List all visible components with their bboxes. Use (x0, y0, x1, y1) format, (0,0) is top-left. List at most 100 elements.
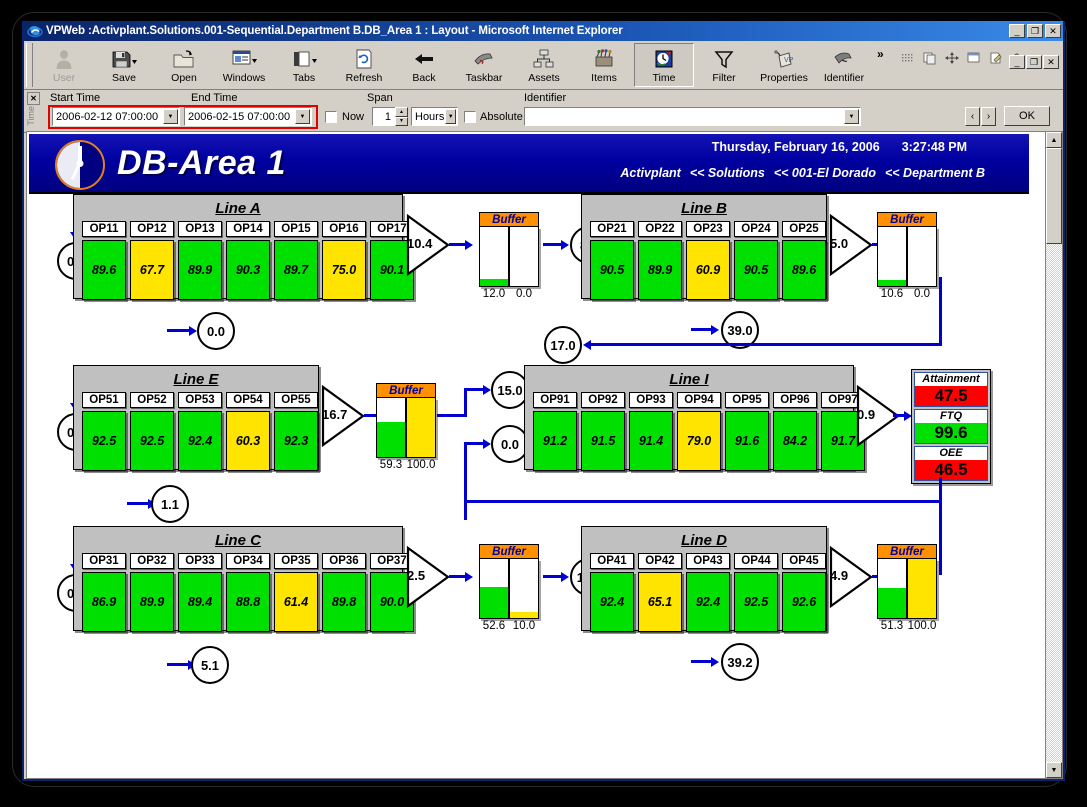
toolbar-button-tabs[interactable]: Tabs (274, 43, 334, 87)
op-OP36[interactable]: OP36 89.8 (322, 553, 366, 632)
breadcrumb-item-solutions[interactable]: << Solutions (690, 166, 765, 180)
span-stepper[interactable]: ▲ ▼ (395, 107, 408, 126)
scroll-thumb[interactable] (1046, 148, 1062, 244)
op-OP41[interactable]: OP41 92.4 (590, 553, 634, 632)
toolbar-button-save[interactable]: Save (94, 43, 154, 87)
op-OP52[interactable]: OP52 92.5 (130, 392, 174, 471)
time-panel-close-icon[interactable]: ✕ (27, 92, 40, 105)
op-OP93[interactable]: OP93 91.4 (629, 392, 673, 471)
doc-restore-button[interactable]: ❐ (1026, 55, 1042, 69)
op-OP16[interactable]: OP16 75.0 (322, 221, 366, 300)
metric-attainment[interactable]: Attainment 47.5 (914, 372, 988, 407)
op-OP91[interactable]: OP91 91.2 (533, 392, 577, 471)
line-box-line-e[interactable]: Line E OP51 92.5 OP52 92.5 OP53 92.4 OP54 60… (73, 365, 319, 471)
buffer-b-out[interactable]: Buffer 10.6 0.0 (877, 212, 937, 300)
op-OP53[interactable]: OP53 92.4 (178, 392, 222, 471)
buffer-d-out[interactable]: Buffer 51.3 100.0 (877, 544, 937, 632)
chevron-down-icon[interactable]: ▼ (295, 109, 310, 124)
buffer-a-b[interactable]: Buffer 12.0 0.0 (479, 212, 539, 300)
op-OP45[interactable]: OP45 92.6 (782, 553, 826, 632)
op-OP13[interactable]: OP13 89.9 (178, 221, 222, 300)
grid-icon[interactable] (897, 47, 919, 69)
op-OP54[interactable]: OP54 60.3 (226, 392, 270, 471)
toolbar-grip[interactable] (26, 43, 33, 87)
line-a-starved-circle[interactable]: 0.0 (197, 312, 235, 350)
op-OP92[interactable]: OP92 91.5 (581, 392, 625, 471)
op-OP96[interactable]: OP96 84.2 (773, 392, 817, 471)
line-d-blocked-triangle[interactable]: 4.9 (829, 545, 873, 609)
breadcrumb-item-root[interactable]: Activplant (620, 166, 680, 180)
op-OP14[interactable]: OP14 90.3 (226, 221, 270, 300)
toolbar-button-refresh[interactable]: Refresh (334, 43, 394, 87)
line-a-blocked-triangle[interactable]: 10.4 (406, 213, 450, 277)
next-range-button[interactable]: › (981, 107, 996, 126)
chevron-down-icon[interactable]: ▼ (844, 109, 859, 124)
line-box-line-c[interactable]: Line C OP31 86.9 OP32 89.9 OP33 89.4 OP34 88… (73, 526, 414, 632)
now-checkbox[interactable] (325, 111, 337, 123)
line-c-blocked-triangle[interactable]: 2.5 (406, 545, 450, 609)
ok-button[interactable]: OK (1004, 106, 1050, 126)
breadcrumb-item-plant[interactable]: << 001-El Dorado (774, 166, 876, 180)
interline-starved-17-circle[interactable]: 17.0 (544, 326, 582, 364)
line-box-line-b[interactable]: Line B OP21 90.5 OP22 89.9 OP23 60.9 OP24 90… (581, 194, 827, 300)
restore-button[interactable]: ❐ (1027, 24, 1043, 38)
op-OP95[interactable]: OP95 91.6 (725, 392, 769, 471)
line-c-starved-circle[interactable]: 5.1 (191, 646, 229, 684)
metrics-panel[interactable]: Attainment 47.5 FTQ 99.6 OEE 46.5 (911, 369, 991, 484)
op-OP35[interactable]: OP35 61.4 (274, 553, 318, 632)
op-OP32[interactable]: OP32 89.9 (130, 553, 174, 632)
start-time-input[interactable]: 2006-02-12 07:00:00 ▼ (52, 107, 180, 126)
toolbar-button-filter[interactable]: Filter (694, 43, 754, 87)
op-OP21[interactable]: OP21 90.5 (590, 221, 634, 300)
toolbar-button-assets[interactable]: Assets (514, 43, 574, 87)
page-vertical-scrollbar[interactable]: ▲ ▼ (1045, 132, 1062, 778)
op-OP15[interactable]: OP15 89.7 (274, 221, 318, 300)
op-OP43[interactable]: OP43 92.4 (686, 553, 730, 632)
stepper-down-icon[interactable]: ▼ (395, 116, 408, 126)
breadcrumb-item-department[interactable]: << Department B (885, 166, 985, 180)
op-OP22[interactable]: OP22 89.9 (638, 221, 682, 300)
toolbar-button-properties[interactable]: VP Properties (754, 43, 814, 87)
toolbar-button-windows[interactable]: Windows (214, 43, 274, 87)
scroll-up-button[interactable]: ▲ (1046, 132, 1062, 148)
stepper-up-icon[interactable]: ▲ (395, 107, 408, 117)
minimize-button[interactable]: _ (1009, 24, 1025, 38)
op-OP94[interactable]: OP94 79.0 (677, 392, 721, 471)
toolbar-button-time[interactable]: Time (634, 43, 694, 87)
toolbar-button-back[interactable]: Back (394, 43, 454, 87)
toolbar-button-identifier[interactable]: Identifier (814, 43, 874, 87)
scroll-track[interactable] (1046, 148, 1062, 762)
line-b-blocked-triangle[interactable]: 5.0 (829, 213, 873, 277)
op-OP11[interactable]: OP11 89.6 (82, 221, 126, 300)
buffer-e-i[interactable]: Buffer 59.3 100.0 (376, 383, 436, 471)
op-OP23[interactable]: OP23 60.9 (686, 221, 730, 300)
op-OP31[interactable]: OP31 86.9 (82, 553, 126, 632)
op-OP34[interactable]: OP34 88.8 (226, 553, 270, 632)
line-d-starved-circle[interactable]: 39.2 (721, 643, 759, 681)
line-box-line-a[interactable]: Line A OP11 89.6 OP12 67.7 OP13 89.9 OP14 90… (73, 194, 414, 300)
buffer-c-d[interactable]: Buffer 52.6 10.0 (479, 544, 539, 632)
metric-oee[interactable]: OEE 46.5 (914, 446, 988, 481)
identifier-input[interactable]: ▼ (524, 107, 861, 126)
toolbar-button-open[interactable]: Open (154, 43, 214, 87)
op-OP44[interactable]: OP44 92.5 (734, 553, 778, 632)
close-button[interactable]: ✕ (1045, 24, 1061, 38)
line-box-line-d[interactable]: Line D OP41 92.4 OP42 65.1 OP43 92.4 OP44 92… (581, 526, 827, 632)
metric-ftq[interactable]: FTQ 99.6 (914, 409, 988, 444)
op-OP24[interactable]: OP24 90.5 (734, 221, 778, 300)
op-OP51[interactable]: OP51 92.5 (82, 392, 126, 471)
copy-icon[interactable] (919, 47, 941, 69)
move-icon[interactable] (941, 47, 963, 69)
window-tile-icon[interactable] (963, 47, 985, 69)
line-box-line-i[interactable]: Line I OP91 91.2 OP92 91.5 OP93 91.4 OP94 79… (524, 365, 865, 471)
toolbar-button-user[interactable]: User (34, 43, 94, 87)
line-e-starved-circle[interactable]: 1.1 (151, 485, 189, 523)
op-OP25[interactable]: OP25 89.6 (782, 221, 826, 300)
toolbar-button-items[interactable]: Items (574, 43, 634, 87)
op-OP33[interactable]: OP33 89.4 (178, 553, 222, 632)
span-unit-select[interactable]: Hours ▼ (411, 107, 458, 126)
chevron-down-icon[interactable]: ▼ (163, 109, 178, 124)
end-time-input[interactable]: 2006-02-15 07:00:00 ▼ (184, 107, 312, 126)
toolbar-button-taskbar[interactable]: Taskbar (454, 43, 514, 87)
line-e-blocked-triangle[interactable]: 16.7 (321, 384, 365, 448)
